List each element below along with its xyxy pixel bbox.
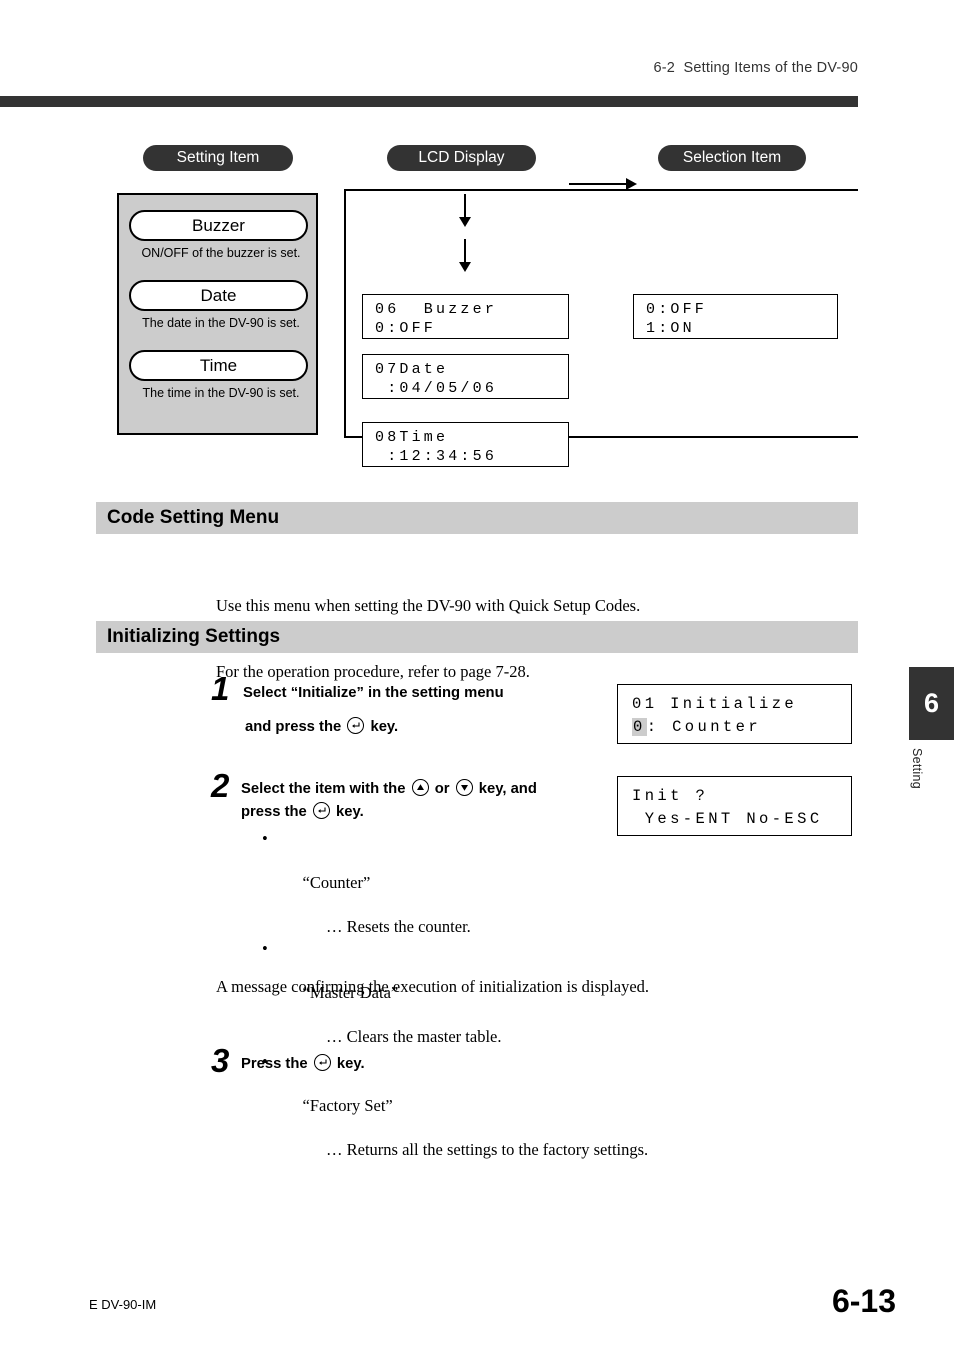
- setting-item-panel: Buzzer ON/OFF of the buzzer is set. Date…: [117, 193, 318, 435]
- section-heading-code-setting-menu: Code Setting Menu: [96, 502, 858, 534]
- enter-key-icon: [313, 1054, 331, 1071]
- step-2-line1-mid: or: [434, 781, 450, 797]
- lcd-screen-date-line1: 07Date: [375, 361, 449, 378]
- step-1-line2: and press the key.: [245, 712, 398, 742]
- confirmation-paragraph: A message confirming the execution of in…: [216, 977, 650, 996]
- flow-arrow-into-buzzer: [459, 194, 471, 227]
- lcd-screen-time-line2: :12:34:56: [375, 448, 498, 465]
- setting-item-buzzer-description: ON/OFF of the buzzer is set.: [141, 246, 301, 260]
- setting-item-date-description: The date in the DV-90 is set.: [142, 316, 300, 330]
- down-arrow-key-icon: [455, 779, 473, 796]
- column-label-setting-item: Setting Item: [143, 145, 293, 171]
- lcd-screen-buzzer-line2: 0:OFF: [375, 320, 437, 337]
- setting-item-time: Time: [129, 350, 308, 381]
- step-2-line1-before: Select the item with the: [241, 781, 406, 797]
- step-1-line2-after: key.: [370, 719, 399, 735]
- settings-diagram: Setting Item LCD Display Selection Item …: [0, 132, 954, 467]
- step-2-line2-after: key.: [336, 804, 364, 820]
- list-item: • “Counter”: [262, 828, 782, 916]
- footer-document-id: E DV-90-IM: [89, 1297, 157, 1312]
- step-2-number: 2: [211, 767, 230, 804]
- chapter-thumb-tab: 6: [909, 667, 954, 740]
- list-item-description: … Returns all the settings to the factor…: [326, 1140, 649, 1159]
- step-1-lcd-line1: 01 Initialize: [632, 695, 798, 713]
- lcd-screen-time-line1: 08Time: [375, 429, 449, 446]
- lcd-screen-selection-line1: 0:OFF: [646, 301, 708, 318]
- step-1-line2-before: and press the: [245, 719, 342, 735]
- setting-item-date: Date: [129, 280, 308, 311]
- step-3-number: 3: [211, 1042, 230, 1079]
- header-title: 6-2 Setting Items of the DV-90: [653, 60, 858, 76]
- step-3-line1-after: key.: [336, 1056, 365, 1072]
- enter-key-icon: [312, 802, 330, 819]
- lcd-cursor-block: 0: [632, 718, 647, 736]
- lcd-screen-buzzer-line1: 06 Buzzer: [375, 301, 498, 318]
- step-2-lcd-screen: Init ? Yes-ENT No-ESC: [617, 776, 852, 836]
- setting-item-buzzer: Buzzer: [129, 210, 308, 241]
- setting-item-time-description: The time in the DV-90 is set.: [142, 386, 300, 400]
- lcd-screen-selection-line2: 1:ON: [646, 320, 695, 337]
- code-setting-menu-paragraph-line1: Use this menu when setting the DV-90 wit…: [216, 596, 641, 615]
- step-2-line2-before: press the: [241, 804, 307, 820]
- step-3-line1: Press the key.: [241, 1049, 365, 1079]
- step-2-line1-after: key, and: [478, 781, 537, 797]
- enter-key-icon: [347, 717, 365, 734]
- step-3-line1-before: Press the: [241, 1056, 308, 1072]
- column-label-lcd-display: LCD Display: [387, 145, 536, 171]
- section-heading-initializing-settings: Initializing Settings: [96, 621, 858, 653]
- bullet-dot: •: [262, 939, 268, 958]
- lcd-screen-date: 07Date :04/05/06: [362, 354, 569, 399]
- list-item-term: “Counter”: [302, 873, 371, 892]
- step-1-lcd-line2-rest: : Counter: [646, 718, 762, 736]
- step-1-lcd-line2: 0: Counter: [632, 716, 851, 739]
- step-2-lcd-line1: Init ?: [632, 787, 709, 805]
- lcd-screen-selection: 0:OFF 1:ON: [633, 294, 838, 339]
- step-1-line1: Select “Initialize” in the setting menu: [243, 685, 504, 701]
- bullet-dot: •: [262, 829, 268, 848]
- page-header: 6-2 Setting Items of the DV-90: [0, 60, 858, 108]
- chapter-thumb-tab-label: Setting: [910, 748, 924, 790]
- step-2-line2: press the key.: [241, 797, 364, 827]
- lcd-screen-buzzer: 06 Buzzer 0:OFF: [362, 294, 569, 339]
- flow-arrow-buzzer-to-selection: [569, 178, 637, 190]
- footer-page-number: 6-13: [831, 1283, 896, 1319]
- lcd-screen-date-line2: :04/05/06: [375, 380, 498, 397]
- flow-arrow-buzzer-to-date: [459, 239, 471, 272]
- header-rule: [0, 96, 858, 107]
- list-item-description: … Resets the counter.: [326, 917, 471, 936]
- column-label-selection-item: Selection Item: [658, 145, 806, 171]
- step-1-lcd-screen: 01 Initialize 0: Counter: [617, 684, 852, 744]
- list-item-description: … Clears the master table.: [326, 1027, 502, 1046]
- up-arrow-key-icon: [411, 779, 429, 796]
- list-item-term: “Factory Set”: [302, 1096, 393, 1115]
- step-1-number: 1: [211, 670, 230, 707]
- lcd-screen-time: 08Time :12:34:56: [362, 422, 569, 467]
